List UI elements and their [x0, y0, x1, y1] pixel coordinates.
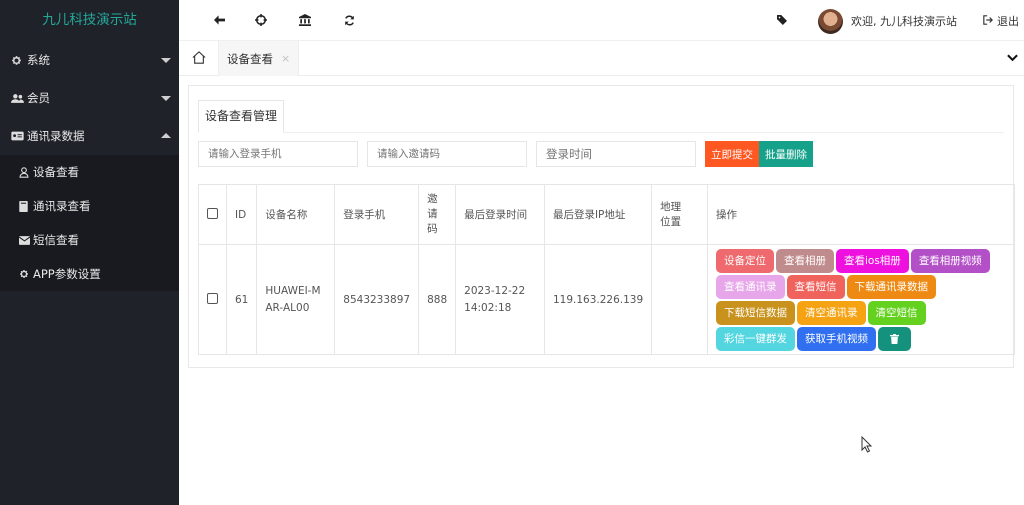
- sidebar-item-label: APP参数设置: [33, 267, 101, 281]
- chevron-down-icon: [161, 58, 171, 63]
- col-location: 地理位置: [651, 184, 708, 245]
- sidebar-item-label: 通讯录查看: [33, 199, 91, 213]
- cell-device-name: HUAWEI-MAR-AL00: [256, 244, 336, 355]
- welcome-text: 欢迎, 九儿科技演示站: [851, 15, 957, 28]
- clear-contacts-button[interactable]: 清空通讯录: [797, 300, 866, 325]
- action-buttons: 设备定位 查看相册 查看ios相册 查看相册视频查看通讯录 查看短信 下载通讯录数据下载短…: [716, 248, 1006, 351]
- cell-last-login-text: 2023-12-22 14:02:18: [464, 284, 526, 314]
- tab-dropdown[interactable]: [1000, 41, 1024, 76]
- crosshair-icon[interactable]: [253, 12, 269, 28]
- delete-button[interactable]: [878, 326, 911, 351]
- table-header-row: ID 设备名称 登录手机 邀请码 最后登录时间 最后登录IP地址 地理位置 操作: [198, 184, 1015, 245]
- sidebar-item-label: 设备查看: [33, 165, 79, 179]
- clear-sms-button[interactable]: 清空短信: [867, 300, 926, 325]
- tab-bar: 设备查看 ×: [179, 41, 1024, 76]
- brand-title: 九儿科技演示站: [0, 0, 179, 41]
- back-arrow-icon[interactable]: [211, 12, 227, 28]
- col-phone: 登录手机: [334, 184, 420, 245]
- cell-device-name-text: HUAWEI-MAR-AL00: [265, 284, 321, 314]
- user-menu[interactable]: 欢迎, 九儿科技演示站: [818, 8, 957, 34]
- cell-id: 61: [225, 244, 258, 355]
- mouse-cursor-icon: [861, 435, 873, 456]
- download-contacts-button[interactable]: 下载通讯录数据: [846, 274, 936, 299]
- sidebar: 九儿科技演示站 系统 会员 通讯录数据 设备查看 通讯录查看 短信查看 APP参…: [0, 0, 179, 505]
- col-actions: 操作: [707, 184, 1015, 245]
- refresh-icon[interactable]: [341, 12, 357, 28]
- chevron-down-icon: [1006, 52, 1018, 65]
- home-icon: [192, 50, 206, 67]
- users-icon: [11, 93, 25, 104]
- sidebar-item-contacts-view[interactable]: 通讯录查看: [0, 189, 179, 223]
- sidebar-item-members[interactable]: 会员: [0, 79, 179, 117]
- col-invite-code: 邀请码: [418, 184, 457, 245]
- top-header: 欢迎, 九儿科技演示站 退出: [179, 0, 1024, 41]
- col-id: ID: [225, 184, 258, 245]
- submit-button[interactable]: 立即提交: [705, 141, 759, 167]
- logout-label: 退出: [997, 15, 1019, 28]
- view-sms-button[interactable]: 查看短信: [786, 274, 845, 299]
- logout-button[interactable]: 退出: [983, 13, 1019, 29]
- sidebar-item-label: 通讯录数据: [27, 129, 85, 143]
- download-sms-button[interactable]: 下载短信数据: [716, 300, 795, 325]
- sidebar-submenu: 设备查看 通讯录查看 短信查看 APP参数设置: [0, 155, 179, 291]
- cell-phone: 8543233897: [334, 244, 420, 355]
- col-last-ip: 最后登录IP地址: [543, 184, 653, 245]
- bank-icon[interactable]: [297, 12, 313, 28]
- chevron-down-icon: [161, 96, 171, 101]
- panel-tab-device-manage[interactable]: 设备查看管理: [198, 100, 285, 133]
- batch-delete-button[interactable]: 批量删除: [759, 141, 813, 167]
- logout-icon: [983, 14, 993, 28]
- filter-bar: 立即提交 批量删除: [198, 141, 813, 167]
- gear-icon: [11, 55, 25, 66]
- tab-label: 设备查看: [227, 51, 273, 66]
- sidebar-item-app-settings[interactable]: APP参数设置: [0, 257, 179, 291]
- main-content: 设备查看管理 立即提交 批量删除 ID 设备名称 登录手机 邀请码 最后登录时间…: [179, 76, 1024, 505]
- sidebar-item-system[interactable]: 系统: [0, 41, 179, 79]
- sidebar-item-label: 系统: [27, 53, 50, 67]
- col-invite-code-label: 邀请码: [427, 193, 438, 235]
- sidebar-item-label: 短信查看: [33, 233, 79, 247]
- cell-actions: 设备定位 查看相册 查看ios相册 查看相册视频查看通讯录 查看短信 下载通讯录数据下载短…: [707, 244, 1015, 355]
- col-device-name: 设备名称: [256, 184, 336, 245]
- sidebar-item-contacts-data[interactable]: 通讯录数据: [0, 117, 179, 155]
- view-album-video-button[interactable]: 查看相册视频: [910, 248, 990, 273]
- view-contacts-button[interactable]: 查看通讯录: [716, 274, 785, 299]
- close-icon[interactable]: ×: [281, 52, 290, 65]
- envelope-icon: [19, 235, 32, 245]
- get-phone-video-button[interactable]: 获取手机视频: [797, 326, 876, 351]
- view-ios-album-button[interactable]: 查看ios相册: [836, 248, 909, 273]
- user-icon: [19, 166, 32, 178]
- chevron-up-icon: [161, 133, 171, 138]
- view-album-button[interactable]: 查看相册: [776, 248, 834, 273]
- panel-tab-bar: 设备查看管理: [198, 100, 1004, 133]
- col-location-label: 地理位置: [660, 200, 682, 228]
- locate-device-button[interactable]: 设备定位: [716, 248, 774, 273]
- tab-device-view[interactable]: 设备查看 ×: [219, 41, 300, 76]
- gear-icon: [19, 269, 32, 279]
- home-tab[interactable]: [179, 41, 219, 76]
- row-checkbox[interactable]: [207, 292, 218, 304]
- login-time-input[interactable]: [536, 141, 696, 167]
- device-panel: 设备查看管理 立即提交 批量删除 ID 设备名称 登录手机 邀请码 最后登录时间…: [188, 85, 1015, 368]
- avatar: [818, 8, 843, 34]
- invite-code-input[interactable]: [367, 141, 527, 167]
- cell-invite-code: 888: [418, 244, 457, 355]
- tag-icon[interactable]: [774, 12, 790, 28]
- select-all-checkbox[interactable]: [207, 207, 218, 219]
- mms-broadcast-button[interactable]: 彩信一键群发: [716, 326, 795, 351]
- cell-last-ip: 119.163.226.139: [543, 244, 653, 355]
- col-last-login: 最后登录时间: [455, 184, 545, 245]
- sidebar-item-label: 会员: [27, 91, 50, 105]
- trash-icon: [890, 333, 899, 344]
- sidebar-item-sms-view[interactable]: 短信查看: [0, 223, 179, 257]
- phone-search-input[interactable]: [198, 141, 358, 167]
- id-card-icon: [11, 131, 25, 141]
- book-icon: [19, 200, 32, 212]
- device-table: ID 设备名称 登录手机 邀请码 最后登录时间 最后登录IP地址 地理位置 操作…: [198, 184, 1015, 355]
- cell-location: [651, 244, 708, 355]
- table-row: 61 HUAWEI-MAR-AL00 8543233897 888 2023-1…: [198, 244, 1015, 355]
- sidebar-item-device-view[interactable]: 设备查看: [0, 155, 179, 189]
- cell-last-login: 2023-12-22 14:02:18: [455, 244, 545, 355]
